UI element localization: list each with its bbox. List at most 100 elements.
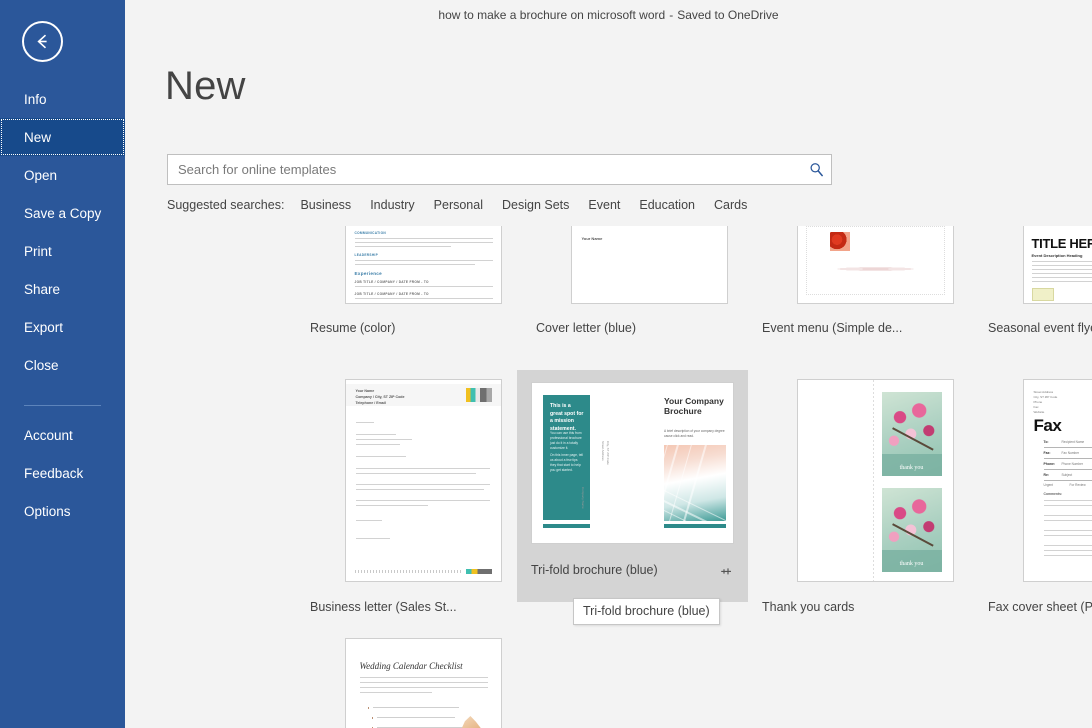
- page-title: New: [165, 64, 246, 109]
- brochure-vertical-text-2: City, ST ZIP Code: [605, 441, 610, 479]
- template-card-resume-color[interactable]: COMMUNICATION LEADERSHIP Experience JOB …: [310, 226, 536, 338]
- suggested-search-business[interactable]: Business: [300, 198, 351, 212]
- sidebar-item-info[interactable]: Info: [0, 80, 125, 118]
- thumb-art-seasonal-flyer: COMPANY NAME Street Address City, ST ZIP…: [1024, 226, 1092, 303]
- brochure-photo: [664, 445, 726, 521]
- sidebar-item-account[interactable]: Account: [0, 416, 125, 454]
- back-button[interactable]: [22, 21, 63, 62]
- brochure-vertical-text-3: Company Name: [580, 487, 585, 521]
- template-card-fax-cover-sheet[interactable]: Street Address City, ST ZIP Code Phone F…: [988, 378, 1092, 617]
- suggested-search-design-sets[interactable]: Design Sets: [502, 198, 569, 212]
- sidebar-item-options[interactable]: Options: [0, 492, 125, 530]
- thank-you-card-bottom: thank you: [882, 488, 942, 572]
- pin-glyph: [719, 564, 732, 577]
- fax-hdr-3: Phone: [1034, 400, 1043, 404]
- sidebar-item-new[interactable]: New: [0, 118, 125, 156]
- sidebar-item-close[interactable]: Close: [0, 346, 125, 384]
- brochure-bar-right: [664, 524, 726, 528]
- brochure-bar-left: [543, 524, 590, 528]
- sidebar-label: Export: [24, 320, 63, 335]
- template-card-event-menu[interactable]: Event menu (Simple de...: [762, 226, 988, 338]
- fax-value-to: Recipient Name: [1062, 440, 1085, 444]
- sidebar-label: Save a Copy: [24, 206, 101, 221]
- sidebar-divider: [24, 405, 101, 406]
- backstage-sidebar: Info New Open Save a Copy Print Share Ex…: [0, 0, 125, 728]
- template-card-business-letter[interactable]: Your Name Company / City, ST ZIP Code Te…: [310, 378, 536, 617]
- template-tooltip: Tri-fold brochure (blue): [573, 598, 720, 625]
- template-label: Resume (color): [310, 321, 536, 335]
- sidebar-nav-top: Info New Open Save a Copy Print Share Ex…: [0, 80, 125, 384]
- template-thumbnail: [797, 226, 954, 304]
- tooltip-text: Tri-fold brochure (blue): [583, 604, 710, 618]
- event-menu-swoosh: [816, 266, 935, 272]
- template-card-seasonal-event-flyer[interactable]: COMPANY NAME Street Address City, ST ZIP…: [988, 226, 1092, 338]
- template-thumbnail: Your Name: [571, 226, 728, 304]
- template-thumbnail: Wedding Calendar Checklist: [345, 638, 502, 728]
- template-thumbnail: This is a great spot for a mission state…: [531, 382, 734, 544]
- flyer-subtitle: Event Description Heading: [1032, 253, 1083, 258]
- word-backstage-new-screen: Info New Open Save a Copy Print Share Ex…: [0, 0, 1092, 728]
- thumb-art-cover-letter: Your Name: [572, 226, 727, 303]
- brochure-mission-body1: You can use this from professional broch…: [550, 431, 584, 451]
- thumb-text: Your Name: [582, 236, 603, 241]
- sidebar-item-open[interactable]: Open: [0, 156, 125, 194]
- fax-field-phone: Phone:: [1044, 462, 1056, 466]
- template-thumbnail: Street Address City, ST ZIP Code Phone F…: [1023, 379, 1092, 582]
- letter-header: Your Name Company / City, ST ZIP Code Te…: [356, 389, 405, 406]
- event-menu-image: [830, 232, 850, 251]
- suggested-search-cards[interactable]: Cards: [714, 198, 747, 212]
- suggested-search-event[interactable]: Event: [588, 198, 620, 212]
- template-card-thank-you-cards[interactable]: thank you thank you Thank you cards: [762, 378, 988, 617]
- template-label: Fax cover sheet (Profess...: [988, 600, 1092, 614]
- thank-you-text: thank you: [882, 561, 942, 567]
- template-label: Seasonal event flyer: [988, 321, 1092, 335]
- thumb-art-thank-you: thank you thank you: [798, 380, 953, 581]
- brochure-mission-body2: On this inner page, tell us about a few …: [550, 453, 584, 473]
- flyer-button-shape: [1032, 288, 1054, 301]
- template-card-wedding-calendar-checklist[interactable]: Wedding Calendar Checklist: [310, 638, 536, 728]
- template-thumbnail: Your Name Company / City, ST ZIP Code Te…: [345, 379, 502, 582]
- template-thumbnail: thank you thank you: [797, 379, 954, 582]
- search-templates-bar[interactable]: [167, 154, 832, 185]
- pin-icon[interactable]: [716, 564, 734, 577]
- sidebar-label: Info: [24, 92, 47, 107]
- titlebar: how to make a brochure on microsoft word…: [125, 0, 1092, 30]
- fax-hdr-1: Street Address: [1034, 390, 1054, 394]
- sidebar-label: Feedback: [24, 466, 83, 481]
- save-status: Saved to OneDrive: [677, 8, 778, 22]
- sidebar-item-save-a-copy[interactable]: Save a Copy: [0, 194, 125, 232]
- search-input[interactable]: [168, 155, 801, 184]
- suggested-search-education[interactable]: Education: [639, 198, 695, 212]
- suggested-search-industry[interactable]: Industry: [370, 198, 414, 212]
- thumb-art-fax: Street Address City, ST ZIP Code Phone F…: [1024, 380, 1092, 581]
- suggested-search-personal[interactable]: Personal: [434, 198, 483, 212]
- magnifier-glyph: [809, 162, 824, 177]
- letter-color-strip-top: [466, 388, 492, 402]
- thank-you-text: thank you: [882, 465, 942, 471]
- sidebar-label: Open: [24, 168, 57, 183]
- template-thumbnail: COMPANY NAME Street Address City, ST ZIP…: [1023, 226, 1092, 304]
- sidebar-item-share[interactable]: Share: [0, 270, 125, 308]
- sidebar-label: Share: [24, 282, 60, 297]
- fax-hdr-2: City, ST ZIP Code: [1034, 395, 1058, 399]
- sidebar-item-feedback[interactable]: Feedback: [0, 454, 125, 492]
- sidebar-label: Options: [24, 504, 71, 519]
- thumb-art-wedding: Wedding Calendar Checklist: [346, 639, 501, 728]
- fax-field-to: To:: [1044, 440, 1049, 444]
- template-card-cover-letter-blue[interactable]: Your Name Cover letter (blue): [536, 226, 762, 338]
- sidebar-label: Account: [24, 428, 73, 443]
- thumb-art-event-menu: [798, 226, 953, 303]
- search-icon[interactable]: [801, 162, 831, 177]
- fax-field-fax: Fax:: [1044, 451, 1051, 455]
- document-name: how to make a brochure on microsoft word: [438, 8, 665, 22]
- sidebar-label: New: [24, 130, 51, 145]
- sidebar-item-export[interactable]: Export: [0, 308, 125, 346]
- template-card-trifold-brochure-blue[interactable]: This is a great spot for a mission state…: [517, 370, 748, 602]
- fax-header-block: Street Address City, ST ZIP Code Phone F…: [1034, 390, 1058, 415]
- template-grid: COMMUNICATION LEADERSHIP Experience JOB …: [155, 226, 1092, 728]
- titlebar-separator: -: [665, 8, 677, 22]
- wedding-title: Wedding Calendar Checklist: [360, 661, 463, 671]
- fax-checkbox-urgent: Urgent: [1044, 483, 1054, 487]
- template-label: Event menu (Simple de...: [762, 321, 988, 335]
- sidebar-item-print[interactable]: Print: [0, 232, 125, 270]
